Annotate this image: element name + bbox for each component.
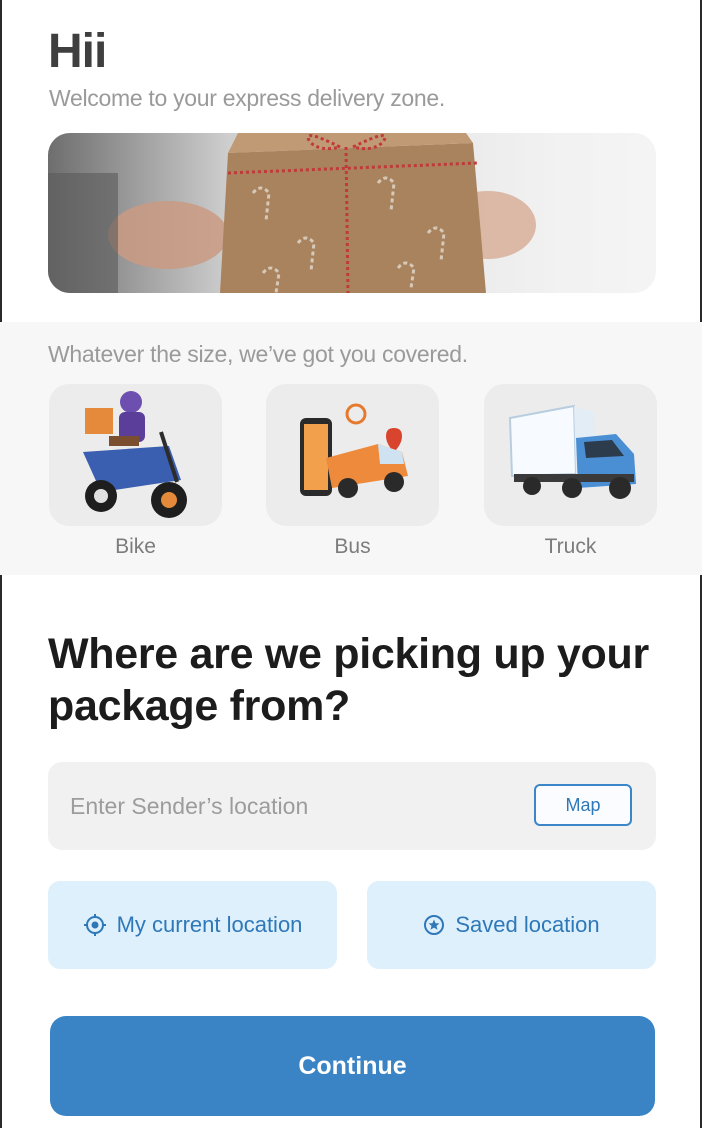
map-button[interactable]: Map (534, 784, 632, 826)
vehicle-card-bike[interactable] (49, 384, 222, 526)
saved-location-label: Saved location (455, 912, 600, 937)
continue-button[interactable]: Continue (50, 1016, 655, 1116)
vehicle-label-bus: Bus (334, 535, 371, 558)
greeting-title: Hii (48, 25, 107, 78)
vehicle-card-bus[interactable] (266, 384, 439, 526)
vehicle-card-truck[interactable] (484, 384, 657, 526)
saved-location-button[interactable]: Saved location (367, 881, 656, 969)
vehicle-label-bike: Bike (115, 535, 156, 558)
vehicle-label-truck: Truck (544, 535, 597, 558)
vehicle-section-title: Whatever the size, we’ve got you covered… (48, 341, 468, 367)
my-current-location-button[interactable]: My current location (48, 881, 337, 969)
crosshair-icon (83, 914, 106, 936)
sender-location-input[interactable] (70, 786, 510, 826)
sender-location-box: Map (48, 762, 656, 850)
pickup-question-title: Where are we picking up your package fro… (48, 630, 649, 730)
delivery-van-icon (300, 403, 408, 498)
truck-icon (508, 404, 636, 499)
my-current-location-label: My current location (116, 912, 303, 937)
hero-banner-image (48, 133, 656, 293)
scooter-rider-icon (83, 391, 187, 518)
welcome-subtitle: Welcome to your express delivery zone. (49, 85, 445, 111)
star-circle-icon (424, 915, 445, 935)
